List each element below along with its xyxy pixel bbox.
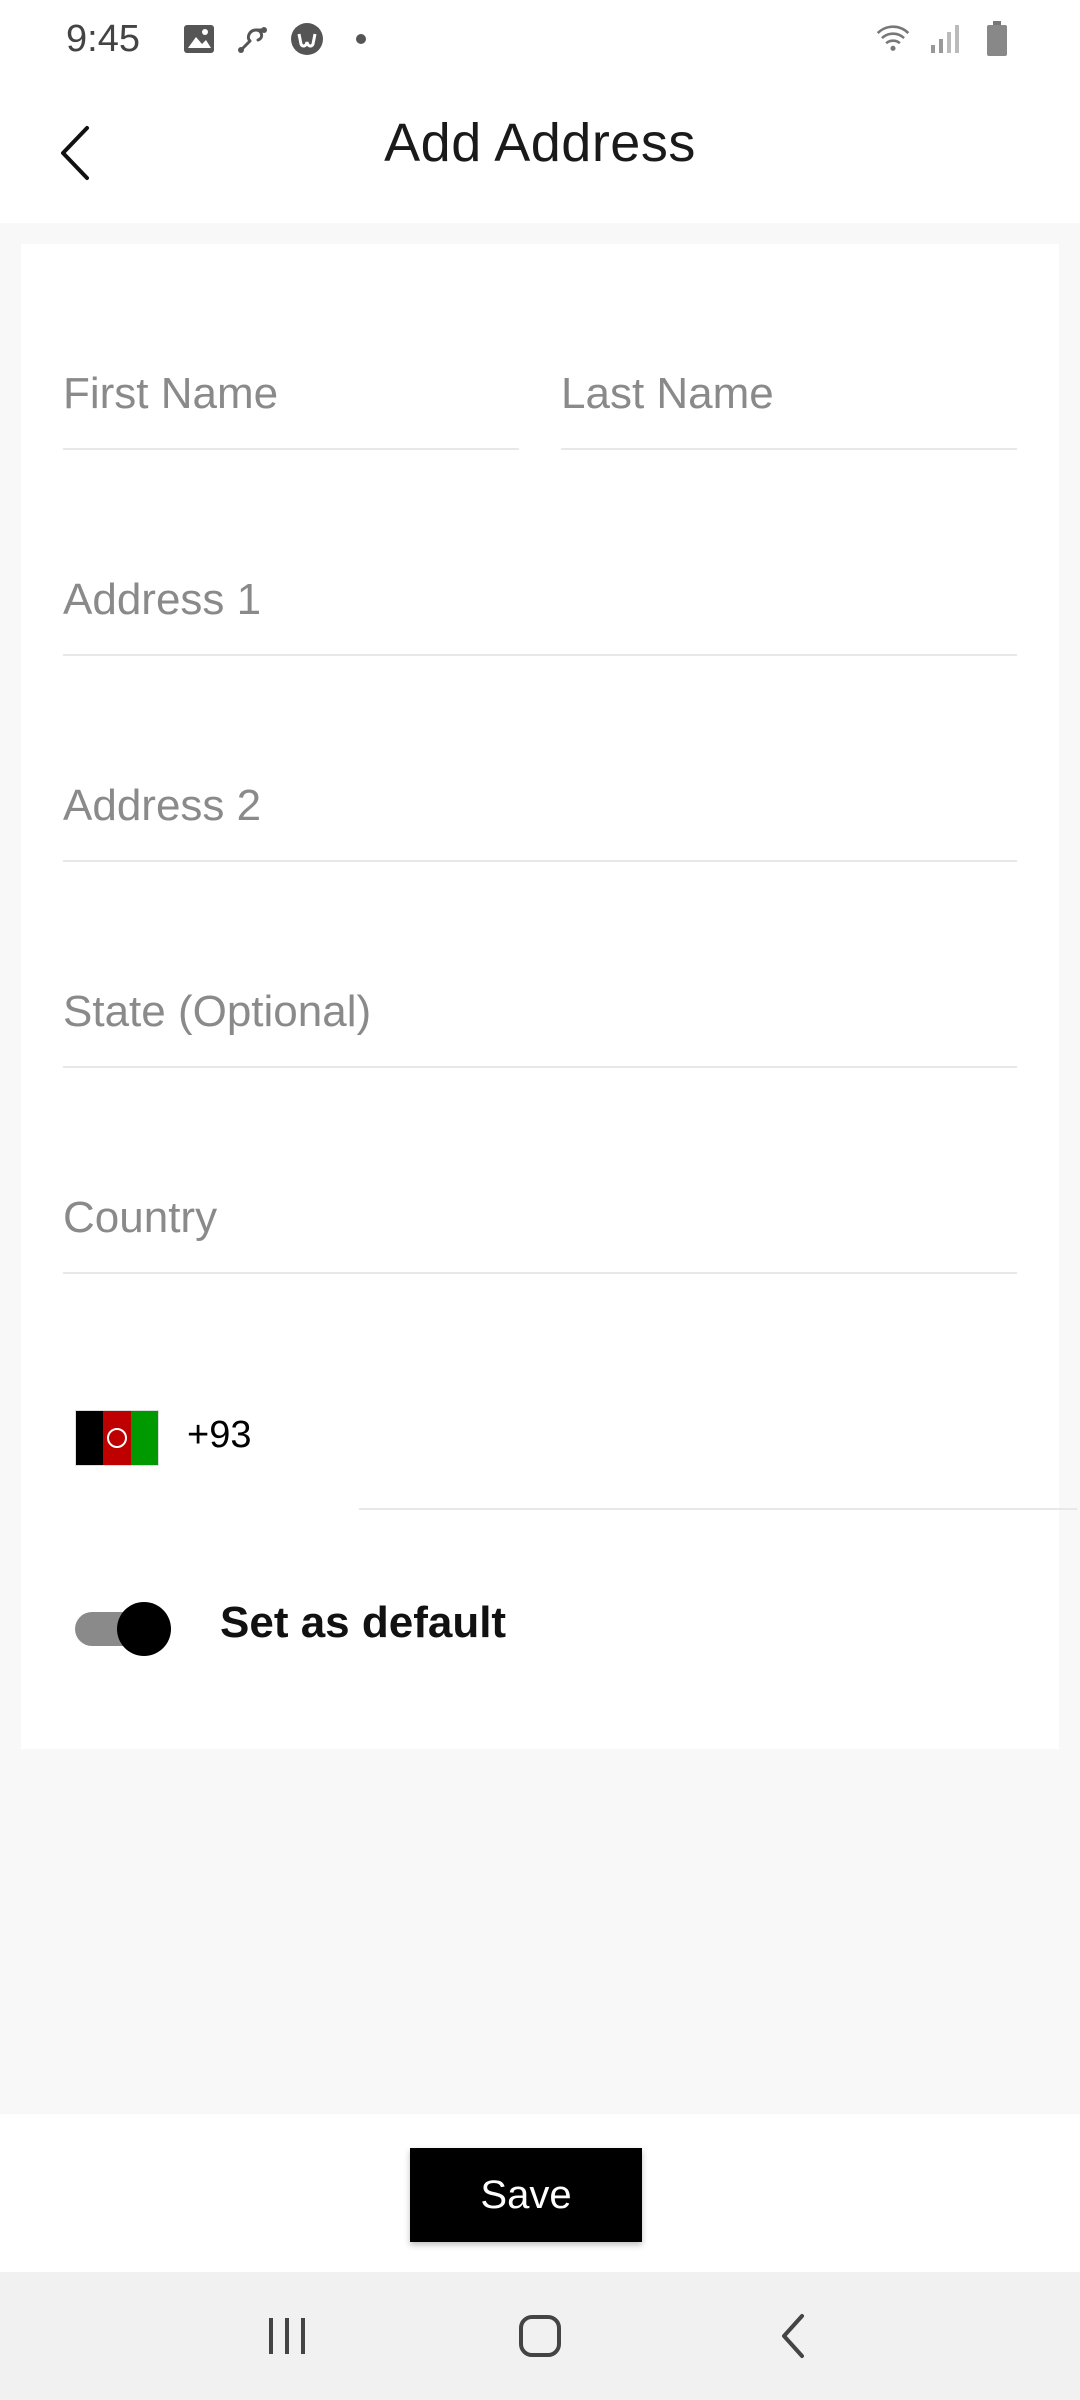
- address1-field: [63, 526, 1017, 656]
- country-field: [63, 1144, 1017, 1274]
- status-left: 9:45: [66, 18, 378, 61]
- state-field: [63, 938, 1017, 1068]
- status-right: [876, 21, 1014, 56]
- set-default-label: Set as default: [220, 1598, 507, 1647]
- toggle-knob: [117, 1602, 171, 1656]
- first-name-input[interactable]: [63, 320, 519, 448]
- last-name-input[interactable]: [561, 320, 1017, 448]
- status-time: 9:45: [66, 17, 140, 60]
- address2-field: [63, 732, 1017, 862]
- phone-row: +93: [75, 1410, 1077, 1510]
- afghanistan-flag-icon[interactable]: [75, 1410, 159, 1466]
- back-nav-button[interactable]: [748, 2291, 838, 2381]
- country-input[interactable]: [63, 1144, 1017, 1272]
- status-bar: 9:45: [0, 0, 1080, 78]
- battery-icon: [980, 21, 1014, 56]
- save-bar: Save: [0, 2114, 1080, 2272]
- home-button[interactable]: [495, 2291, 585, 2381]
- add-address-screen: 9:45 Add Address First Name Last Name Ad…: [0, 0, 1080, 2400]
- address2-input[interactable]: [63, 732, 1017, 860]
- wifi-icon: [876, 22, 910, 56]
- phone-field: [359, 1410, 1077, 1510]
- save-button[interactable]: Save: [410, 2148, 642, 2242]
- last-name-field: [561, 320, 1017, 450]
- link-icon: [236, 22, 270, 56]
- page-title: Add Address: [384, 113, 696, 173]
- gallery-icon: [182, 22, 216, 56]
- home-icon: [518, 2315, 561, 2357]
- address-form-card: +93 Set as default: [21, 244, 1077, 1749]
- back-icon: [782, 2314, 805, 2358]
- address1-input[interactable]: [63, 526, 1017, 654]
- set-default-row: Set as default: [75, 1588, 975, 1668]
- signal-icon: [928, 22, 962, 56]
- set-default-toggle[interactable]: [75, 1598, 175, 1656]
- header: Add Address: [0, 78, 1080, 223]
- system-nav-bar: [0, 2272, 1080, 2400]
- dial-code[interactable]: +93: [187, 1414, 251, 1457]
- phone-input[interactable]: [359, 1410, 1077, 1508]
- dot-icon: [344, 22, 378, 56]
- recent-apps-icon: [268, 2318, 305, 2354]
- recent-apps-button[interactable]: [242, 2291, 332, 2381]
- first-name-field: [63, 320, 519, 450]
- state-input[interactable]: [63, 938, 1017, 1066]
- app-u-icon: [290, 22, 324, 56]
